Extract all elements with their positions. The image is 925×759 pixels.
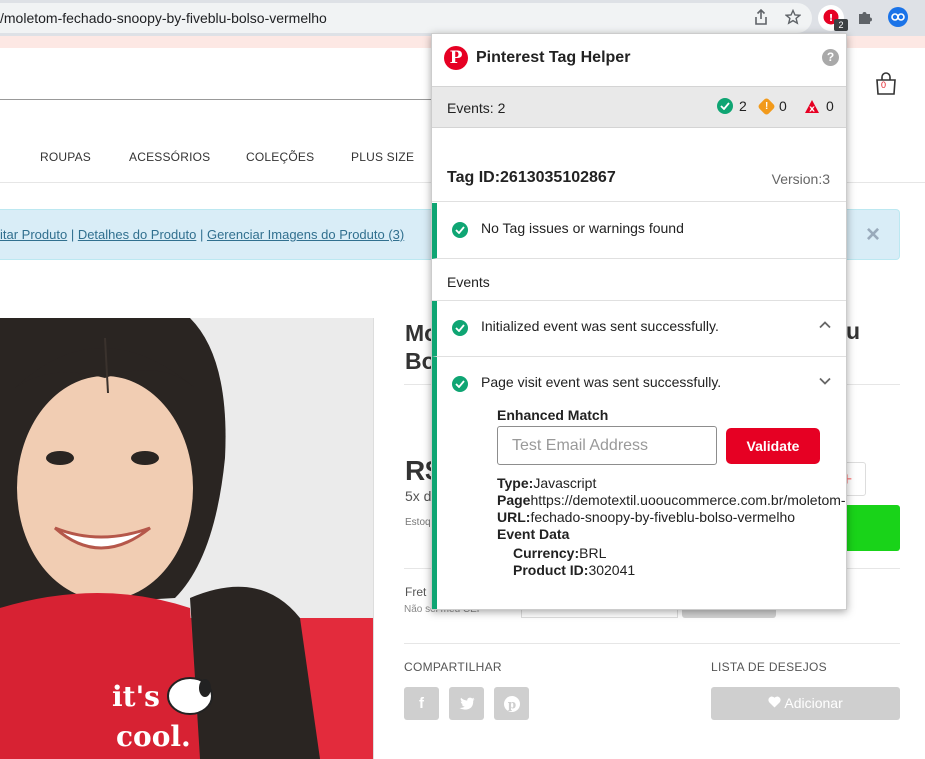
enhanced-match-label: Enhanced Match — [497, 407, 609, 423]
installments-fragment: 5x d — [405, 488, 432, 504]
add-to-wishlist-button[interactable]: Adicionar — [711, 687, 900, 720]
nav-colecoes[interactable]: COLEÇÕES — [246, 150, 314, 164]
heart-icon — [768, 696, 781, 708]
wishlist-button-label: Adicionar — [784, 695, 843, 711]
success-check-icon — [717, 98, 733, 114]
validate-button[interactable]: Validate — [726, 428, 820, 464]
chevron-down-icon[interactable] — [818, 374, 832, 388]
nav-plus-size[interactable]: PLUS SIZE — [351, 150, 414, 164]
product-id-line: Product ID:302041 — [513, 562, 636, 578]
page-url-line-2: URL:fechado-snoopy-by-fiveblu-bolso-verm… — [497, 509, 796, 525]
pinterest-tag-helper-popup: P Pinterest Tag Helper ? Events: 2 2 ! 0… — [431, 33, 847, 610]
page-url-line-1: Pagehttps://demotextil.uooucommerce.com.… — [497, 492, 846, 508]
cart-count: 0 — [881, 80, 887, 90]
product-photo-illustration: it's cool. — [0, 318, 373, 759]
profile-avatar-icon[interactable] — [888, 7, 908, 27]
events-summary-bar: Events: 2 2 ! 0 x 0 — [432, 86, 846, 128]
popup-title: Pinterest Tag Helper — [476, 49, 631, 66]
divider — [404, 643, 900, 644]
svg-text:!: ! — [829, 13, 834, 24]
pinterest-share-button[interactable]: p — [494, 687, 529, 720]
tag-status-row: No Tag issues or warnings found — [432, 203, 846, 259]
error-count: x 0 — [804, 98, 834, 114]
shirt-text-2: cool. — [116, 720, 191, 753]
test-email-input[interactable]: Test Email Address — [497, 426, 717, 465]
tag-info-row: Tag ID:2613035102867 Version:3 — [432, 160, 846, 202]
extensions-puzzle-icon[interactable] — [856, 8, 874, 26]
help-icon[interactable]: ? — [822, 49, 839, 66]
product-title-fragment-right: u — [846, 318, 861, 344]
success-check-icon — [452, 320, 468, 336]
facebook-icon: f — [419, 695, 424, 712]
warning-icon: ! — [757, 96, 776, 116]
tag-version: Version:3 — [771, 171, 830, 187]
tag-id: Tag ID:2613035102867 — [447, 169, 616, 186]
event-data-heading: Event Data — [497, 526, 570, 542]
error-triangle-icon: x — [805, 99, 819, 114]
stock-fragment: Estoq — [405, 517, 431, 528]
svg-text:p: p — [507, 698, 515, 712]
success-count: 2 — [717, 98, 747, 114]
admin-links: itar Produto | Detalhes do Produto | Ger… — [0, 227, 405, 242]
twitter-share-button[interactable] — [449, 687, 484, 720]
buy-button[interactable] — [846, 505, 900, 551]
shipping-label-fragment: Fret — [405, 585, 427, 599]
edit-product-link[interactable]: itar Produto — [0, 227, 67, 242]
events-heading: Events — [447, 274, 490, 290]
share-label: COMPARTILHAR — [404, 660, 502, 674]
pinterest-logo-icon: P — [444, 46, 468, 70]
success-check-icon — [452, 222, 468, 238]
currency-line: Currency:BRL — [513, 545, 607, 561]
wishlist-label: LISTA DE DESEJOS — [711, 660, 827, 674]
shirt-text-1: it's — [112, 680, 160, 713]
nav-roupas[interactable]: ROUPAS — [40, 150, 91, 164]
success-check-icon — [452, 376, 468, 392]
address-bar[interactable]: /moletom-fechado-snoopy-by-fiveblu-bolso… — [0, 3, 812, 33]
product-image[interactable]: it's cool. — [0, 318, 374, 759]
close-icon[interactable]: × — [866, 221, 880, 249]
event-type-line: Type:Javascript — [497, 475, 597, 491]
url-text[interactable]: /moletom-fechado-snoopy-by-fiveblu-bolso… — [0, 10, 327, 26]
chevron-up-icon[interactable] — [818, 318, 832, 332]
event-initialized-text: Initialized event was sent successfully. — [481, 318, 719, 334]
bookmark-star-icon[interactable] — [784, 8, 802, 26]
twitter-icon — [459, 697, 474, 710]
popup-header: P Pinterest Tag Helper ? — [432, 34, 846, 86]
facebook-share-button[interactable]: f — [404, 687, 439, 720]
events-count: Events: 2 — [447, 100, 506, 116]
event-page-visit-row[interactable]: Page visit event was sent successfully. — [432, 357, 846, 609]
svg-text:x: x — [809, 104, 815, 114]
search-field[interactable] — [0, 99, 432, 100]
pinterest-icon: p — [503, 696, 520, 712]
manage-images-link[interactable]: Gerenciar Imagens do Produto (3) — [207, 227, 404, 242]
browser-toolbar: /moletom-fechado-snoopy-by-fiveblu-bolso… — [0, 0, 925, 36]
extension-badge: 2 — [834, 19, 848, 31]
event-initialized-row[interactable]: Initialized event was sent successfully. — [432, 301, 846, 357]
share-page-icon[interactable] — [752, 8, 770, 26]
product-details-link[interactable]: Detalhes do Produto — [78, 227, 197, 242]
nav-acessorios[interactable]: ACESSÓRIOS — [129, 150, 210, 164]
warning-count: ! 0 — [757, 96, 787, 116]
no-issues-text: No Tag issues or warnings found — [481, 220, 684, 236]
event-page-visit-text: Page visit event was sent successfully. — [481, 374, 722, 390]
